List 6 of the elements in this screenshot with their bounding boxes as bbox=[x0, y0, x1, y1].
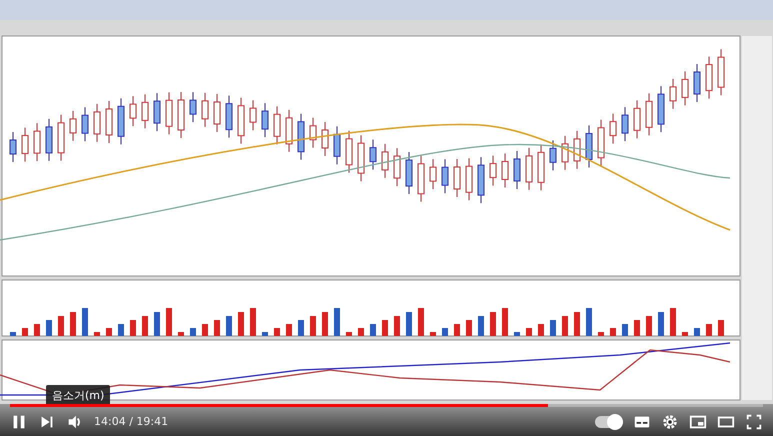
settings-icon[interactable] bbox=[661, 412, 679, 430]
time-display: 14:04 / 19:41 bbox=[94, 415, 168, 428]
autoplay-toggle[interactable] bbox=[595, 416, 623, 428]
fullscreen-icon[interactable] bbox=[745, 412, 763, 430]
miniplayer-icon[interactable] bbox=[689, 412, 707, 430]
tooltip: 음소거(m) bbox=[46, 385, 110, 406]
